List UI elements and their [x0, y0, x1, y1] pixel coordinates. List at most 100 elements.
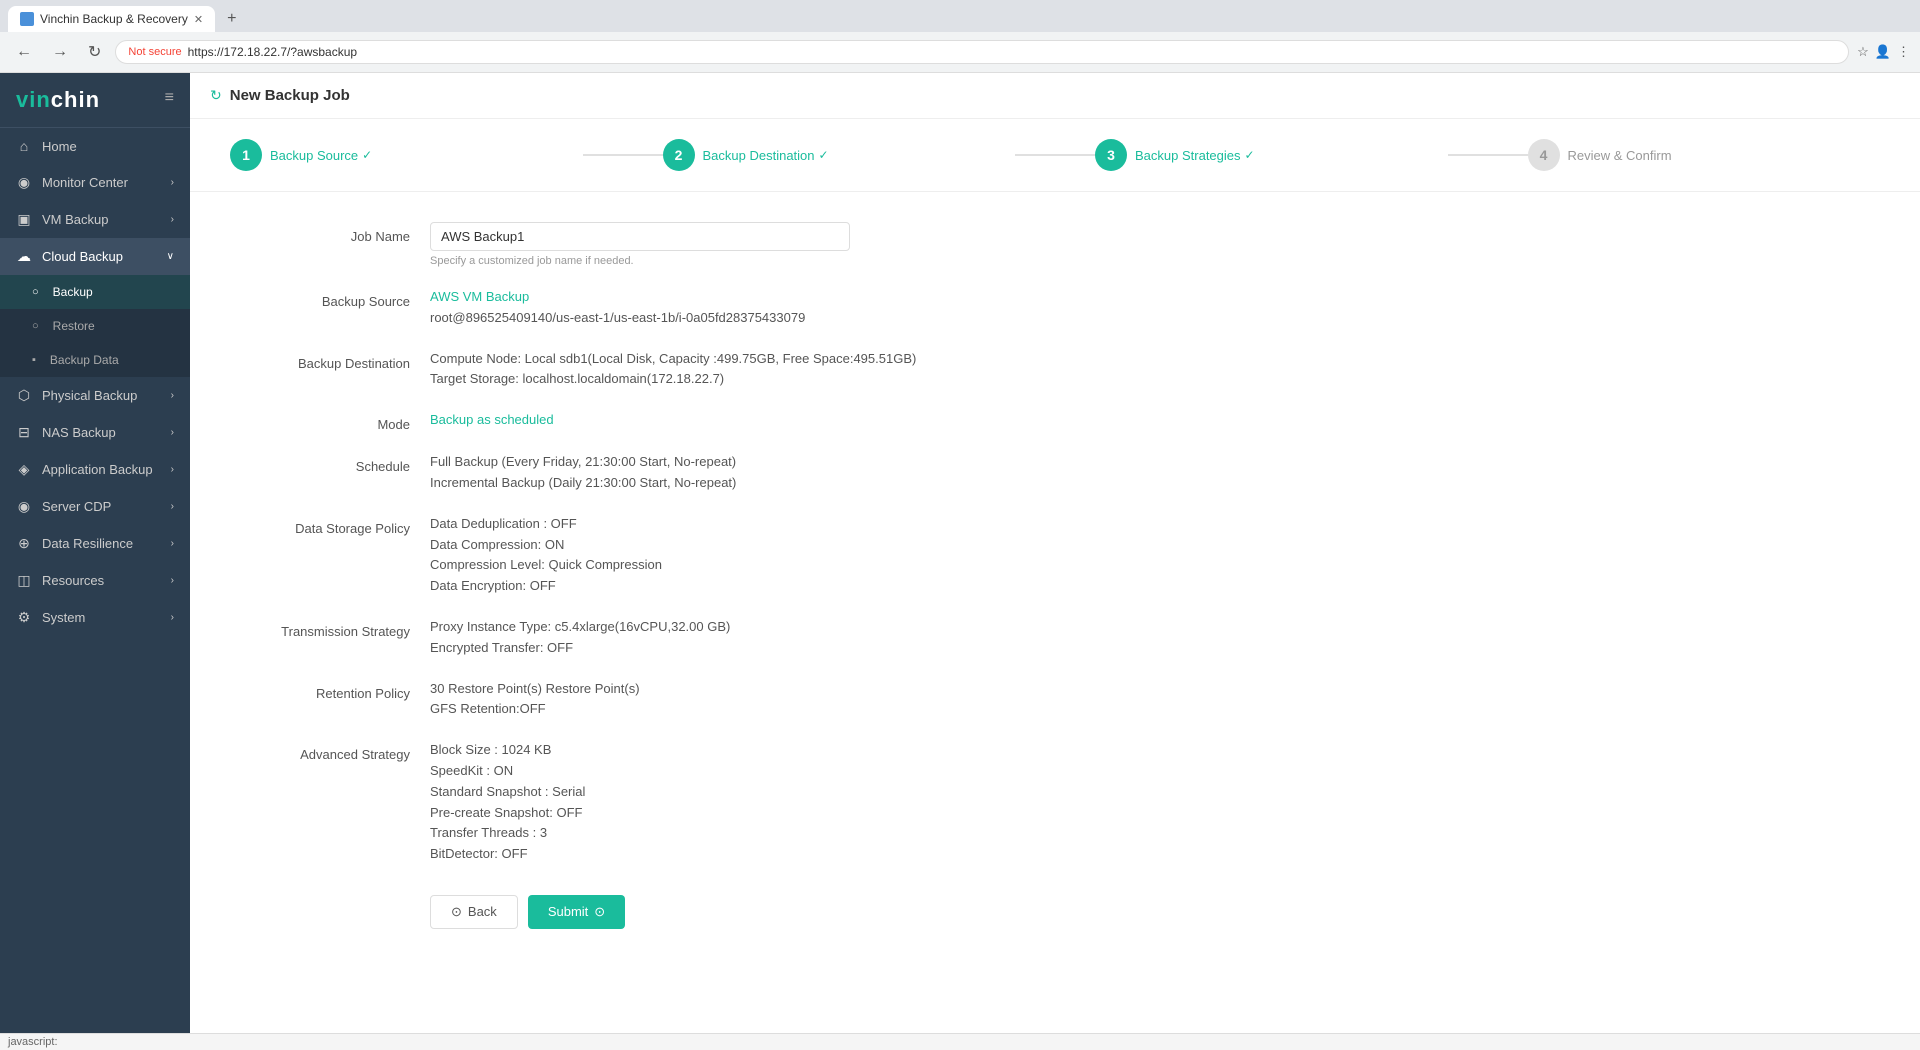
- sidebar-label-resilience: Data Resilience: [42, 536, 133, 551]
- menu-icon[interactable]: ⋮: [1897, 44, 1910, 60]
- backup-dest-line1: Compute Node: Local sdb1(Local Disk, Cap…: [430, 349, 1230, 370]
- address-bar[interactable]: Not secure https://172.18.22.7/?awsbacku…: [115, 40, 1849, 64]
- step-2: 2 Backup Destination ✓: [663, 139, 1016, 171]
- sidebar-item-nas-backup[interactable]: ⊟ NAS Backup ›: [0, 414, 190, 451]
- chevron-right-icon: ›: [171, 612, 174, 623]
- form-area: Job Name Specify a customized job name i…: [190, 192, 1290, 959]
- chevron-right-icon: ›: [171, 538, 174, 549]
- sidebar-item-system[interactable]: ⚙ System ›: [0, 599, 190, 636]
- storage-line4: Data Encryption: OFF: [430, 576, 1230, 597]
- sidebar-menu-button[interactable]: ≡: [165, 89, 174, 107]
- step-3-check: ✓: [1245, 148, 1255, 162]
- tab-close-btn[interactable]: ✕: [194, 13, 203, 26]
- transmission-text: Proxy Instance Type: c5.4xlarge(16vCPU,3…: [430, 617, 1230, 659]
- sidebar-label-application: Application Backup: [42, 462, 153, 477]
- sidebar-label-monitor: Monitor Center: [42, 175, 128, 190]
- backup-source-line2: root@896525409140/us-east-1/us-east-1b/i…: [430, 308, 1230, 329]
- sidebar-item-restore[interactable]: ○ Restore: [0, 309, 190, 343]
- retention-row: Retention Policy 30 Restore Point(s) Res…: [250, 679, 1230, 721]
- system-icon: ⚙: [16, 609, 32, 626]
- storage-line1: Data Deduplication : OFF: [430, 514, 1230, 535]
- advanced-line6: BitDetector: OFF: [430, 844, 1230, 865]
- tab-favicon: [20, 12, 34, 26]
- backup-source-text: AWS VM Backup root@896525409140/us-east-…: [430, 287, 1230, 329]
- sidebar-label-vm: VM Backup: [42, 212, 108, 227]
- logo-text: vinchin: [16, 87, 100, 112]
- sidebar-item-data-resilience[interactable]: ⊕ Data Resilience ›: [0, 525, 190, 562]
- resilience-icon: ⊕: [16, 535, 32, 552]
- main-content: ↻ New Backup Job 1 Backup Source ✓ 2: [190, 73, 1920, 1033]
- profile-icon[interactable]: 👤: [1875, 44, 1891, 60]
- forward-button[interactable]: →: [46, 39, 74, 65]
- step-1-label: Backup Source ✓: [270, 148, 372, 163]
- backup-source-row: Backup Source AWS VM Backup root@8965254…: [250, 287, 1230, 329]
- transmission-value: Proxy Instance Type: c5.4xlarge(16vCPU,3…: [430, 617, 1230, 659]
- step-divider-3: [1448, 154, 1528, 156]
- submit-icon: ⊙: [594, 904, 605, 920]
- back-button[interactable]: ←: [10, 39, 38, 65]
- step-divider-1: [583, 154, 663, 156]
- submit-button[interactable]: Submit ⊙: [528, 895, 625, 929]
- mode-row: Mode Backup as scheduled: [250, 410, 1230, 432]
- retention-line2: GFS Retention:OFF: [430, 699, 1230, 720]
- job-name-row: Job Name Specify a customized job name i…: [250, 222, 1230, 267]
- schedule-label: Schedule: [250, 452, 430, 474]
- back-icon: ⊙: [451, 904, 462, 920]
- physical-icon: ⬡: [16, 387, 32, 404]
- transmission-line1: Proxy Instance Type: c5.4xlarge(16vCPU,3…: [430, 617, 1230, 638]
- sidebar-item-server-cdp[interactable]: ◉ Server CDP ›: [0, 488, 190, 525]
- step-4-circle: 4: [1528, 139, 1560, 171]
- schedule-line1: Full Backup (Every Friday, 21:30:00 Star…: [430, 452, 1230, 473]
- mode-value: Backup as scheduled: [430, 410, 1230, 431]
- sidebar-item-monitor-center[interactable]: ◉ Monitor Center ›: [0, 164, 190, 201]
- retention-text: 30 Restore Point(s) Restore Point(s) GFS…: [430, 679, 1230, 721]
- new-tab-button[interactable]: +: [219, 6, 244, 32]
- sidebar: vinchin ≡ ⌂ Home ◉ Monitor Center › ▣ VM…: [0, 73, 190, 1033]
- sidebar-item-backup-data[interactable]: ▪ Backup Data: [0, 343, 190, 377]
- sidebar-label-system: System: [42, 610, 85, 625]
- app-icon: ◈: [16, 461, 32, 478]
- sidebar-label-restore: Restore: [53, 319, 95, 333]
- sidebar-item-physical-backup[interactable]: ⬡ Physical Backup ›: [0, 377, 190, 414]
- sidebar-item-application-backup[interactable]: ◈ Application Backup ›: [0, 451, 190, 488]
- backup-icon: ○: [32, 286, 39, 298]
- advanced-value: Block Size : 1024 KB SpeedKit : ON Stand…: [430, 740, 1230, 865]
- sidebar-label-resources: Resources: [42, 573, 104, 588]
- sidebar-item-backup[interactable]: ○ Backup: [0, 275, 190, 309]
- vm-icon: ▣: [16, 211, 32, 228]
- sidebar-label-cloud: Cloud Backup: [42, 249, 123, 264]
- step-2-check: ✓: [819, 148, 829, 162]
- step-1-check: ✓: [362, 148, 372, 162]
- monitor-icon: ◉: [16, 174, 32, 191]
- advanced-line4: Pre-create Snapshot: OFF: [430, 803, 1230, 824]
- submit-label: Submit: [548, 904, 588, 919]
- chevron-right-icon: ›: [171, 464, 174, 475]
- step-2-label: Backup Destination ✓: [703, 148, 829, 163]
- sidebar-item-home[interactable]: ⌂ Home: [0, 128, 190, 164]
- nas-icon: ⊟: [16, 424, 32, 441]
- chevron-right-icon: ›: [171, 501, 174, 512]
- back-button[interactable]: ⊙ Back: [430, 895, 518, 929]
- active-tab[interactable]: Vinchin Backup & Recovery ✕: [8, 6, 215, 32]
- nav-actions: ☆ 👤 ⋮: [1857, 44, 1910, 60]
- step-3-label: Backup Strategies ✓: [1135, 148, 1255, 163]
- bookmark-icon[interactable]: ☆: [1857, 44, 1869, 60]
- step-1-circle: 1: [230, 139, 262, 171]
- refresh-icon[interactable]: ↻: [210, 87, 222, 104]
- storage-line3: Compression Level: Quick Compression: [430, 555, 1230, 576]
- cloud-icon: ☁: [16, 248, 32, 265]
- advanced-label: Advanced Strategy: [250, 740, 430, 762]
- page-header: ↻ New Backup Job: [190, 73, 1920, 119]
- job-name-input[interactable]: [430, 222, 850, 251]
- sidebar-item-cloud-backup[interactable]: ☁ Cloud Backup ∨: [0, 238, 190, 275]
- sidebar-item-resources[interactable]: ◫ Resources ›: [0, 562, 190, 599]
- backup-dest-line2: Target Storage: localhost.localdomain(17…: [430, 369, 1230, 390]
- backup-destination-row: Backup Destination Compute Node: Local s…: [250, 349, 1230, 391]
- status-text: javascript:: [8, 1036, 58, 1048]
- sidebar-item-vm-backup[interactable]: ▣ VM Backup ›: [0, 201, 190, 238]
- schedule-line2: Incremental Backup (Daily 21:30:00 Start…: [430, 473, 1230, 494]
- reload-button[interactable]: ↻: [82, 38, 107, 66]
- resources-icon: ◫: [16, 572, 32, 589]
- sidebar-label-nas: NAS Backup: [42, 425, 116, 440]
- backup-destination-text: Compute Node: Local sdb1(Local Disk, Cap…: [430, 349, 1230, 391]
